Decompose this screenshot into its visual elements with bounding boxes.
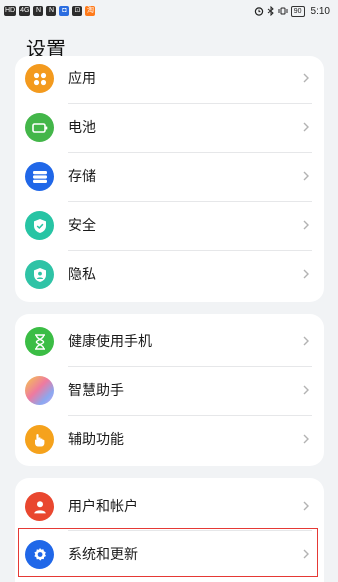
settings-item-storage[interactable]: 存储 xyxy=(15,152,324,201)
selection-highlight xyxy=(18,528,318,577)
settings-screen: HD 4G N N ◘ ⊡ 淘 90 5:10 设置 应用 电池 存储 安全 隐… xyxy=(0,0,338,582)
settings-item-label: 存储 xyxy=(68,168,96,184)
settings-item-privacy[interactable]: 隐私 xyxy=(15,250,324,299)
settings-item-label: 电池 xyxy=(68,119,96,135)
alarm-icon xyxy=(254,7,263,16)
hd-icon: HD xyxy=(4,6,17,16)
status-left: HD 4G N N ◘ ⊡ 淘 xyxy=(4,6,96,16)
status-right: 90 5:10 xyxy=(254,5,330,17)
notification-app-icon: ◘ xyxy=(59,6,70,16)
chevron-right-icon xyxy=(303,501,309,511)
chevron-right-icon xyxy=(303,336,309,346)
notification-n-icon: N xyxy=(33,6,44,16)
taobao-icon: 淘 xyxy=(85,6,96,16)
settings-item-label: 隐私 xyxy=(68,266,96,282)
bluetooth-icon xyxy=(267,6,274,16)
notification-n2-icon: N xyxy=(46,6,57,16)
assistant-icon xyxy=(25,376,54,405)
settings-item-label: 健康使用手机 xyxy=(68,333,152,349)
battery-icon xyxy=(25,113,54,142)
notification-box-icon: ⊡ xyxy=(72,6,83,16)
settings-item-smart-assistant[interactable]: 智慧助手 xyxy=(15,366,324,415)
hourglass-icon xyxy=(25,327,54,356)
vibrate-icon xyxy=(278,7,288,15)
chevron-right-icon xyxy=(303,434,309,444)
signal-icon: 4G xyxy=(19,6,31,16)
settings-item-label: 辅助功能 xyxy=(68,431,124,447)
settings-item-label: 安全 xyxy=(68,217,96,233)
hand-icon xyxy=(25,425,54,454)
chevron-right-icon xyxy=(303,73,309,83)
shield-icon xyxy=(25,211,54,240)
battery-indicator: 90 xyxy=(290,5,305,17)
settings-item-accessibility[interactable]: 辅助功能 xyxy=(15,415,324,464)
privacy-icon xyxy=(25,260,54,289)
settings-group-1: 应用 电池 存储 安全 隐私 xyxy=(15,56,324,302)
settings-item-label: 用户和帐户 xyxy=(68,498,138,514)
chevron-right-icon xyxy=(303,171,309,181)
settings-item-security[interactable]: 安全 xyxy=(15,201,324,250)
settings-item-battery[interactable]: 电池 xyxy=(15,103,324,152)
chevron-right-icon xyxy=(303,385,309,395)
user-icon xyxy=(25,492,54,521)
chevron-right-icon xyxy=(303,269,309,279)
status-bar: HD 4G N N ◘ ⊡ 淘 90 5:10 xyxy=(0,0,338,22)
settings-group-2: 健康使用手机 智慧助手 辅助功能 xyxy=(15,314,324,466)
chevron-right-icon xyxy=(303,122,309,132)
chevron-right-icon xyxy=(303,220,309,230)
apps-icon xyxy=(25,64,54,93)
settings-item-label: 智慧助手 xyxy=(68,382,124,398)
settings-item-apps[interactable]: 应用 xyxy=(15,56,324,103)
settings-item-users-accounts[interactable]: 用户和帐户 xyxy=(15,482,324,531)
status-time: 5:10 xyxy=(310,5,330,17)
settings-item-digital-balance[interactable]: 健康使用手机 xyxy=(15,317,324,366)
storage-icon xyxy=(25,162,54,191)
settings-item-label: 应用 xyxy=(68,70,96,86)
